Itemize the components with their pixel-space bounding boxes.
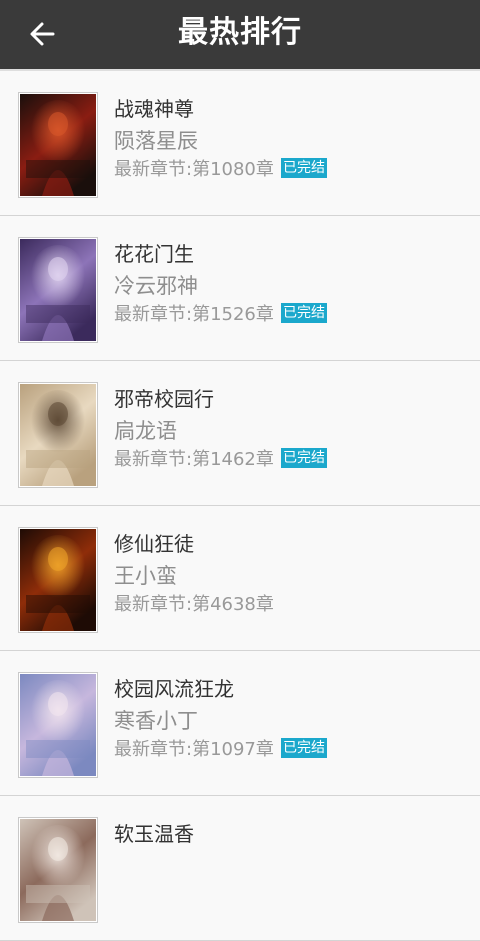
page-title: 最热排行 — [178, 15, 302, 50]
book-list-item[interactable]: 战魂神尊 陨落星辰 最新章节:第1080章 已完结 — [0, 71, 480, 216]
book-author: 王小蛮 — [114, 564, 177, 588]
latest-chapter: 最新章节:第1462章 — [114, 449, 274, 470]
latest-chapter: 最新章节:第1097章 — [114, 739, 274, 760]
book-cover — [18, 382, 98, 488]
status-badge: 已完结 — [281, 738, 327, 758]
book-cover — [18, 92, 98, 198]
status-badge: 已完结 — [281, 158, 327, 178]
book-title: 软玉温香 — [114, 822, 194, 846]
latest-chapter: 最新章节:第4638章 — [114, 594, 274, 615]
status-badge: 已完结 — [281, 448, 327, 468]
book-author: 扃龙语 — [114, 419, 177, 443]
book-title: 邪帝校园行 — [114, 387, 214, 411]
book-title: 花花门生 — [114, 242, 194, 266]
book-list-item[interactable]: 邪帝校园行 扃龙语 最新章节:第1462章 已完结 — [0, 361, 480, 506]
book-title: 修仙狂徒 — [114, 532, 194, 556]
book-list-item[interactable]: 软玉温香 — [0, 796, 480, 941]
book-list-item[interactable]: 花花门生 冷云邪神 最新章节:第1526章 已完结 — [0, 216, 480, 361]
status-badge: 已完结 — [281, 303, 327, 323]
latest-chapter: 最新章节:第1080章 — [114, 159, 274, 180]
book-author: 冷云邪神 — [114, 274, 198, 298]
book-author: 寒香小丁 — [114, 709, 198, 733]
book-list-item[interactable]: 修仙狂徒 王小蛮 最新章节:第4638章 — [0, 506, 480, 651]
book-author: 陨落星辰 — [114, 129, 198, 153]
ranking-list: 战魂神尊 陨落星辰 最新章节:第1080章 已完结 花花门生 冷云邪神 最新章节… — [0, 71, 480, 941]
book-cover — [18, 237, 98, 343]
book-title: 校园风流狂龙 — [114, 677, 234, 701]
book-list-item[interactable]: 校园风流狂龙 寒香小丁 最新章节:第1097章 已完结 — [0, 651, 480, 796]
book-cover — [18, 817, 98, 923]
book-title: 战魂神尊 — [114, 97, 194, 121]
book-cover — [18, 672, 98, 778]
book-cover — [18, 527, 98, 633]
latest-chapter: 最新章节:第1526章 — [114, 304, 274, 325]
app-header: 最热排行 — [0, 0, 480, 71]
